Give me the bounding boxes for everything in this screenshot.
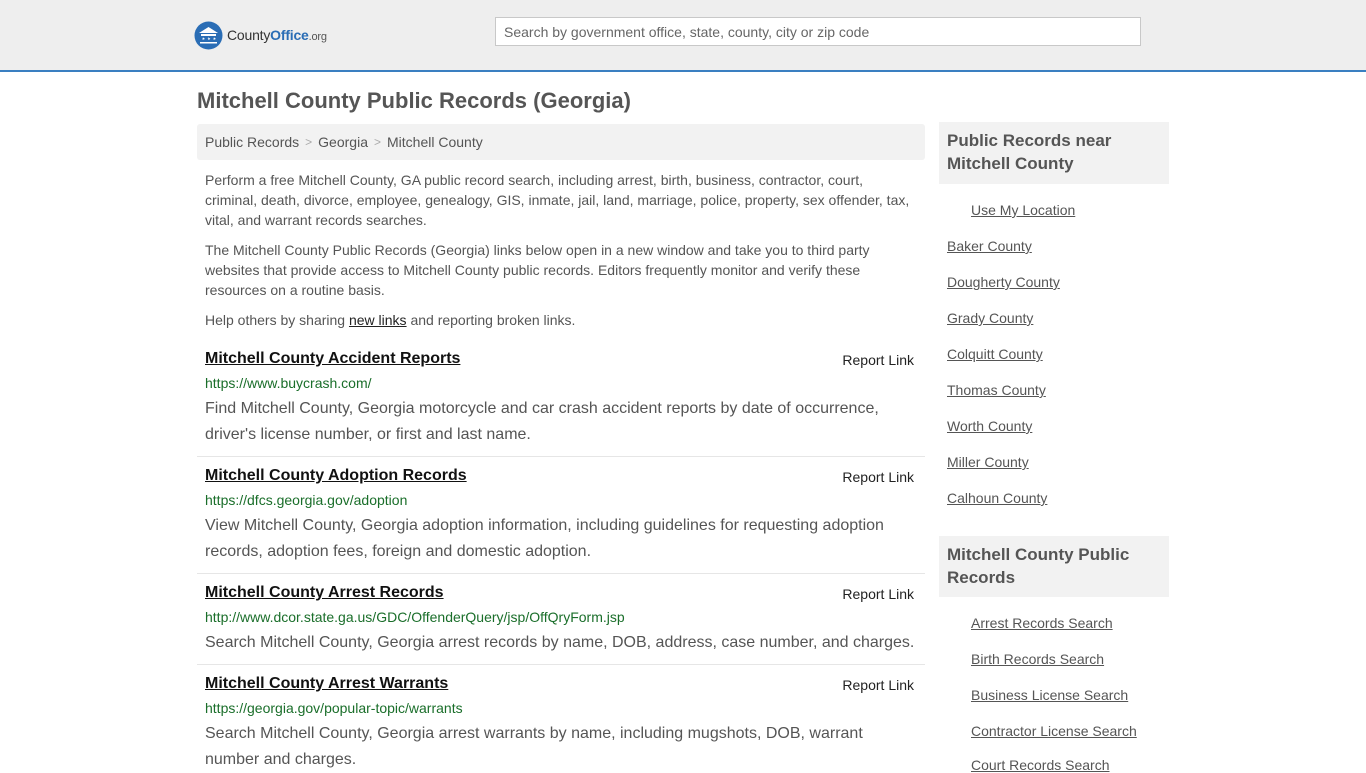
- intro-paragraph-disclaimer: The Mitchell County Public Records (Geor…: [205, 242, 870, 298]
- sidebar-records-heading: Mitchell County Public Records: [939, 536, 1169, 597]
- sidebar-record-link[interactable]: Court Records Search: [971, 757, 1110, 773]
- sidebar-county-link[interactable]: Grady County: [947, 310, 1033, 326]
- sidebar-record-link[interactable]: Arrest Records Search: [971, 615, 1113, 631]
- sidebar-county-link[interactable]: Dougherty County: [947, 274, 1060, 290]
- share-text-after: and reporting broken links.: [406, 312, 576, 328]
- breadcrumb: Public Records > Georgia > Mitchell Coun…: [197, 124, 925, 160]
- share-text-before: Help others by sharing: [205, 312, 349, 328]
- record-url: https://www.buycrash.com/: [205, 375, 372, 391]
- logo-prefix: County: [227, 27, 271, 43]
- intro-paragraph-share: Help others by sharing new links and rep…: [205, 310, 917, 330]
- record-description: Search Mitchell County, Georgia arrest w…: [205, 725, 863, 768]
- intro-paragraph-search: Perform a free Mitchell County, GA publi…: [205, 172, 910, 228]
- record-url: https://georgia.gov/popular-topic/warran…: [205, 700, 463, 716]
- record-title-link[interactable]: Mitchell County Arrest Records: [205, 584, 444, 602]
- sidebar-near-heading: Public Records near Mitchell County: [939, 122, 1169, 184]
- sidebar-county-link[interactable]: Baker County: [947, 238, 1032, 254]
- search-input[interactable]: [495, 17, 1141, 46]
- site-logo[interactable]: CountyOffice.org: [194, 20, 327, 50]
- breadcrumb-separator: >: [373, 135, 381, 149]
- record-description: Find Mitchell County, Georgia motorcycle…: [205, 400, 879, 443]
- new-links-link[interactable]: new links: [349, 312, 407, 328]
- sidebar-county-link[interactable]: Worth County: [947, 418, 1032, 434]
- sidebar-county-link[interactable]: Colquitt County: [947, 346, 1043, 362]
- breadcrumb-public-records[interactable]: Public Records: [205, 134, 299, 150]
- breadcrumb-separator: >: [305, 135, 313, 149]
- use-my-location-link[interactable]: Use My Location: [971, 202, 1075, 218]
- sidebar-county-link[interactable]: Calhoun County: [947, 490, 1047, 506]
- report-link-button[interactable]: Report Link: [842, 469, 914, 485]
- report-link-button[interactable]: Report Link: [842, 352, 914, 368]
- record-url: https://dfcs.georgia.gov/adoption: [205, 492, 408, 508]
- logo-office: Office: [270, 27, 309, 43]
- county-office-logo-icon: [194, 21, 223, 49]
- sidebar-record-link[interactable]: Birth Records Search: [971, 651, 1104, 667]
- breadcrumb-mitchell-county[interactable]: Mitchell County: [387, 134, 483, 150]
- record-url: http://www.dcor.state.ga.us/GDC/Offender…: [205, 609, 625, 625]
- record-title-link[interactable]: Mitchell County Accident Reports: [205, 350, 460, 368]
- record-item: Mitchell County Adoption Records Report …: [197, 467, 925, 574]
- record-description: View Mitchell County, Georgia adoption i…: [205, 517, 884, 560]
- report-link-button[interactable]: Report Link: [842, 677, 914, 693]
- site-header: CountyOffice.org: [0, 0, 1366, 72]
- record-title-link[interactable]: Mitchell County Arrest Warrants: [205, 675, 448, 693]
- breadcrumb-georgia[interactable]: Georgia: [318, 134, 368, 150]
- page-title: Mitchell County Public Records (Georgia): [197, 88, 631, 113]
- sidebar-record-link[interactable]: Contractor License Search: [971, 723, 1137, 739]
- sidebar-county-link[interactable]: Thomas County: [947, 382, 1046, 398]
- record-item: Mitchell County Arrest Warrants Report L…: [197, 675, 925, 768]
- record-item: Mitchell County Accident Reports Report …: [197, 350, 925, 457]
- logo-wordmark: CountyOffice.org: [227, 27, 327, 43]
- report-link-button[interactable]: Report Link: [842, 586, 914, 602]
- sidebar-county-link[interactable]: Miller County: [947, 454, 1029, 470]
- record-item: Mitchell County Arrest Records Report Li…: [197, 584, 925, 665]
- record-description: Search Mitchell County, Georgia arrest r…: [205, 634, 915, 651]
- sidebar-record-link[interactable]: Business License Search: [971, 687, 1128, 703]
- record-title-link[interactable]: Mitchell County Adoption Records: [205, 467, 467, 485]
- logo-org: .org: [308, 31, 327, 43]
